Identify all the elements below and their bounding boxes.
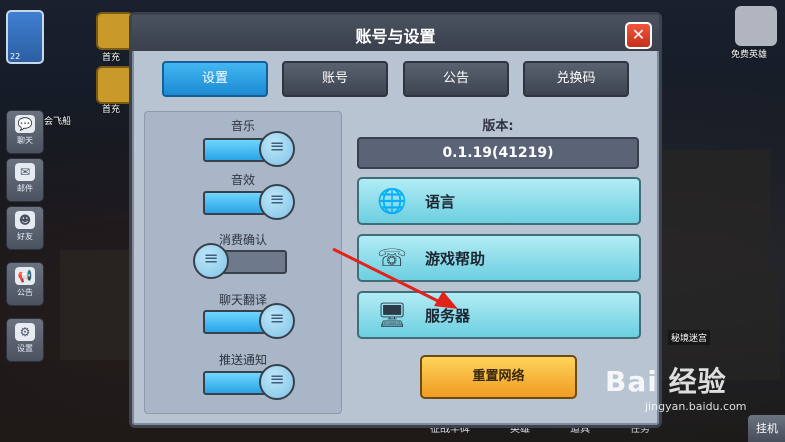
music-toggle[interactable] [203, 131, 295, 167]
chat-translate-toggle[interactable] [203, 303, 295, 339]
tab-settings[interactable]: 设置 [162, 61, 268, 97]
version-label: 版本: [482, 119, 514, 134]
push-notify-toggle[interactable] [203, 364, 295, 400]
setting-label-push-notify: 推送通知 [218, 353, 267, 367]
secret-maze-label[interactable]: 秘境迷宫 [668, 330, 711, 345]
free-hero-icon[interactable] [735, 6, 777, 46]
toggle-knob[interactable] [259, 131, 295, 167]
mail-icon: ✉ [15, 163, 35, 181]
modal-title: 账号与设置 [355, 27, 436, 46]
idle-button[interactable]: 挂机 [748, 415, 785, 442]
player-avatar[interactable]: 22 [6, 10, 44, 64]
close-icon: ✕ [631, 25, 646, 44]
player-level: 22 [10, 52, 21, 61]
close-button[interactable]: ✕ [625, 22, 652, 49]
settings-panel: 音乐 音效 消费确认 聊天翻译 推送通知 [144, 111, 342, 414]
purchase-confirm-toggle[interactable] [193, 243, 287, 279]
side-mail-label: 邮件 [17, 184, 33, 193]
tab-announcement[interactable]: 公告 [403, 61, 509, 97]
toggle-knob[interactable] [259, 364, 295, 400]
globe-icon: 🌐 [377, 187, 407, 215]
tab-account[interactable]: 账号 [282, 61, 388, 97]
chat-icon: 💬 [15, 115, 35, 133]
side-mail-button[interactable]: ✉ 邮件 [6, 158, 44, 202]
side-chat-button[interactable]: 💬 聊天 [6, 110, 44, 154]
toggle-knob[interactable] [259, 303, 295, 339]
side-settings-label: 设置 [17, 344, 33, 353]
setting-label-purchase-confirm: 消费确认 [218, 233, 267, 247]
watermark-brand: Bai 经验 [605, 365, 727, 398]
side-chat-label: 聊天 [17, 136, 33, 145]
side-friends-button[interactable]: ☻ 好友 [6, 206, 44, 250]
side-friends-label: 好友 [17, 232, 33, 241]
version-value: 0.1.19(41219) [357, 137, 639, 169]
settings-modal: 账号与设置 ✕ 设置 账号 公告 兑换码 音乐 音效 消费确认 聊天翻译 推送通… [129, 12, 662, 428]
airship-label: 会飞船 [44, 117, 72, 127]
side-settings-button[interactable]: ⚙ 设置 [6, 318, 44, 362]
free-hero-label: 免费英雄 [731, 50, 768, 60]
watermark-url: jingyan.baidu.com [645, 400, 747, 413]
modal-header: 账号与设置 ✕ [132, 15, 659, 51]
sound-toggle[interactable] [203, 184, 295, 220]
first-charge-label-2: 首充 [102, 105, 121, 115]
toggle-knob[interactable] [259, 184, 295, 220]
megaphone-icon: 📢 [15, 267, 35, 285]
toggle-knob[interactable] [193, 243, 229, 279]
tab-redeem-code[interactable]: 兑换码 [523, 61, 629, 97]
side-notice-button[interactable]: 📢 公告 [6, 262, 44, 306]
side-notice-label: 公告 [17, 288, 33, 297]
annotation-arrow [332, 247, 458, 309]
setting-label-music: 音乐 [230, 119, 255, 133]
language-label: 语言 [425, 193, 456, 211]
reset-network-button[interactable]: 重置网络 [420, 355, 577, 399]
first-charge-label: 首充 [102, 53, 121, 63]
language-button[interactable]: 🌐 语言 [357, 177, 641, 225]
friends-icon: ☻ [15, 211, 35, 229]
setting-label-chat-translate: 聊天翻译 [218, 293, 267, 307]
gear-icon: ⚙ [15, 323, 35, 341]
setting-label-sound: 音效 [230, 173, 255, 187]
baidu-watermark: Bai 经验 jingyan.baidu.com [605, 360, 747, 413]
